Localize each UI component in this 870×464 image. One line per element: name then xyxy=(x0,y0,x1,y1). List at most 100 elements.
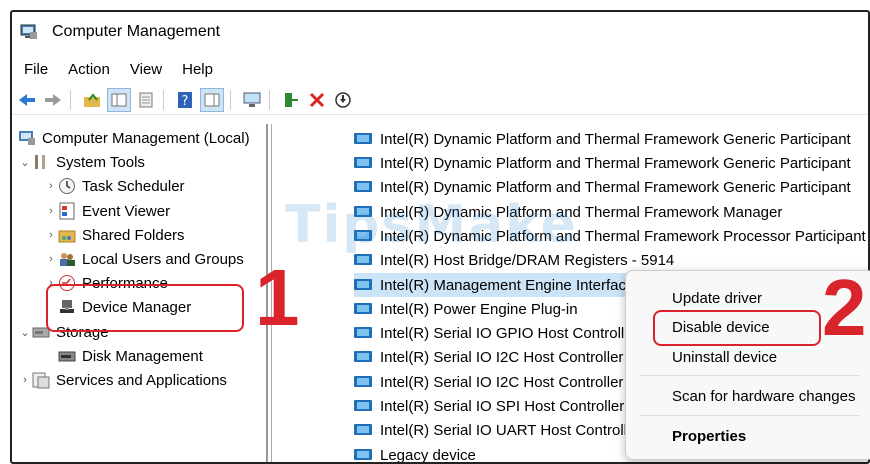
up-folder-icon[interactable] xyxy=(81,89,103,111)
tree-label: Event Viewer xyxy=(82,202,171,220)
scan-icon[interactable] xyxy=(332,89,354,111)
chevron-right-icon[interactable]: › xyxy=(44,205,58,217)
uninstall-icon[interactable] xyxy=(306,89,328,111)
device-label: Intel(R) Serial IO I2C Host Controller xyxy=(380,373,624,391)
menu-bar: File Action View Help xyxy=(12,56,221,82)
device-label: Intel(R) Management Engine Interface xyxy=(380,276,635,294)
device-icon xyxy=(354,399,372,413)
device-item[interactable]: Intel(R) Dynamic Platform and Thermal Fr… xyxy=(354,127,851,151)
toolbar-separator xyxy=(70,90,71,110)
menu-action[interactable]: Action xyxy=(68,61,110,78)
device-label: Intel(R) Serial IO GPIO Host Controller xyxy=(380,324,638,342)
tree-system-tools[interactable]: ⌄ System Tools xyxy=(18,150,145,174)
tree-root[interactable]: Computer Management (Local) xyxy=(18,126,250,150)
device-icon xyxy=(354,132,372,146)
tree-task-scheduler[interactable]: › Task Scheduler xyxy=(44,174,185,198)
tree-label: Services and Applications xyxy=(56,371,227,389)
device-icon xyxy=(354,326,372,340)
properties-icon[interactable] xyxy=(135,89,157,111)
computer-management-icon xyxy=(20,23,38,41)
enable-device-icon[interactable] xyxy=(280,89,302,111)
device-item[interactable]: Legacy device xyxy=(354,443,476,464)
computer-management-icon xyxy=(18,129,36,147)
tree-label: Computer Management (Local) xyxy=(42,129,250,147)
disable-device-callout xyxy=(653,310,821,346)
menu-help[interactable]: Help xyxy=(182,61,213,78)
tree-event-viewer[interactable]: › Event Viewer xyxy=(44,199,170,223)
tree-local-users[interactable]: › Local Users and Groups xyxy=(44,247,244,271)
device-label: Legacy device xyxy=(380,446,476,464)
back-icon[interactable] xyxy=(16,89,38,111)
device-icon xyxy=(354,302,372,316)
step-two-label: 2 xyxy=(822,263,867,352)
device-label: Intel(R) Dynamic Platform and Thermal Fr… xyxy=(380,130,851,148)
device-label: Intel(R) Dynamic Platform and Thermal Fr… xyxy=(380,178,851,196)
chevron-right-icon[interactable]: › xyxy=(44,253,58,265)
chevron-right-icon[interactable]: › xyxy=(44,229,58,241)
device-icon xyxy=(354,448,372,462)
scan-hardware-item[interactable]: Scan for hardware changes xyxy=(672,388,855,405)
device-item[interactable]: Intel(R) Serial IO UART Host Controller xyxy=(354,418,640,442)
help-icon[interactable]: ? xyxy=(174,89,196,111)
disk-management-icon xyxy=(58,347,76,365)
window-title: Computer Management xyxy=(52,23,221,40)
event-viewer-icon xyxy=(58,202,76,220)
tree-shared-folders[interactable]: › Shared Folders xyxy=(44,223,185,247)
toolbar: ? xyxy=(12,86,868,115)
device-label: Intel(R) Power Engine Plug-in xyxy=(380,300,578,318)
forward-icon[interactable] xyxy=(42,89,64,111)
device-icon xyxy=(354,180,372,194)
device-icon xyxy=(354,350,372,364)
device-label: Intel(R) Serial IO SPI Host Controller xyxy=(380,397,625,415)
menu-view[interactable]: View xyxy=(130,61,162,78)
device-item-selected[interactable]: Intel(R) Management Engine Interface xyxy=(354,273,635,297)
chevron-right-icon[interactable]: › xyxy=(44,180,58,192)
update-driver-item[interactable]: Update driver xyxy=(672,290,762,307)
device-manager-callout xyxy=(46,284,244,332)
toolbar-separator xyxy=(163,90,164,110)
tree-label: Shared Folders xyxy=(82,226,185,244)
toolbar-separator xyxy=(230,90,231,110)
shared-folder-icon xyxy=(58,226,76,244)
device-label: Intel(R) Serial IO I2C Host Controller xyxy=(380,348,624,366)
menu-file[interactable]: File xyxy=(24,61,48,78)
services-icon xyxy=(32,371,50,389)
tree-label: System Tools xyxy=(56,153,145,171)
step-one-label: 1 xyxy=(255,253,300,342)
toolbar-separator xyxy=(269,90,270,110)
console-icon[interactable] xyxy=(241,89,263,111)
tree-label: Local Users and Groups xyxy=(82,250,244,268)
device-icon xyxy=(354,278,372,292)
device-item[interactable]: Intel(R) Serial IO GPIO Host Controller xyxy=(354,321,638,345)
show-tree-icon[interactable] xyxy=(107,88,131,112)
device-label: Intel(R) Serial IO UART Host Controller xyxy=(380,421,641,439)
properties-item[interactable]: Properties xyxy=(672,428,746,445)
chevron-down-icon[interactable]: ⌄ xyxy=(18,156,32,169)
device-item[interactable]: Intel(R) Serial IO I2C Host Controller xyxy=(354,370,623,394)
device-icon xyxy=(354,375,372,389)
device-item[interactable]: Intel(R) Dynamic Platform and Thermal Fr… xyxy=(354,151,851,175)
device-item[interactable]: Intel(R) Serial IO I2C Host Controller xyxy=(354,345,623,369)
users-icon xyxy=(58,250,76,268)
svg-text:?: ? xyxy=(182,94,189,109)
device-label: Intel(R) Dynamic Platform and Thermal Fr… xyxy=(380,154,851,172)
chevron-down-icon[interactable]: ⌄ xyxy=(18,326,32,339)
tree-label: Task Scheduler xyxy=(82,177,185,195)
title-bar: Computer Management xyxy=(12,12,868,52)
menu-divider xyxy=(640,415,860,416)
device-item[interactable]: Intel(R) Serial IO SPI Host Controller xyxy=(354,394,624,418)
device-icon xyxy=(354,423,372,437)
watermark: TipsMake xyxy=(285,195,578,255)
tools-icon xyxy=(32,153,50,171)
action-pane-icon[interactable] xyxy=(200,88,224,112)
device-item[interactable]: Intel(R) Power Engine Plug-in xyxy=(354,297,578,321)
chevron-right-icon[interactable]: › xyxy=(18,374,32,386)
uninstall-device-item[interactable]: Uninstall device xyxy=(672,349,777,366)
device-icon xyxy=(354,156,372,170)
device-icon xyxy=(354,253,372,267)
tree-label: Disk Management xyxy=(82,347,203,365)
menu-divider xyxy=(640,375,860,376)
tree-disk-management[interactable]: Disk Management xyxy=(58,344,203,368)
clock-icon xyxy=(58,177,76,195)
tree-services[interactable]: › Services and Applications xyxy=(18,368,227,392)
